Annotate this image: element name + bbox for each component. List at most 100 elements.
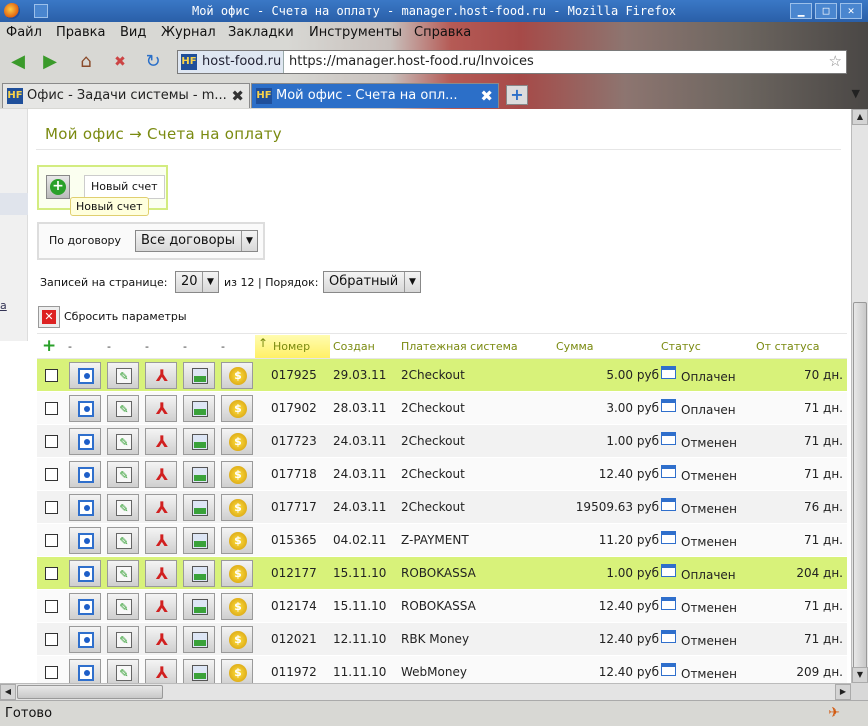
table-row[interactable]: ✎ ⅄ $012177 15.11.10 ROBOKASSA 1.00 руб Оплаче… — [37, 557, 847, 590]
scroll-right-icon[interactable]: ▶ — [835, 684, 851, 700]
bookmark-star-icon[interactable]: ☆ — [829, 52, 842, 70]
info-button[interactable] — [69, 461, 101, 488]
address-bar[interactable]: HF host-food.ru https://manager.host-foo… — [177, 50, 847, 74]
cell-number[interactable]: 017717 — [271, 500, 317, 514]
status-icon[interactable] — [661, 597, 676, 610]
edit-button[interactable]: ✎ — [107, 659, 139, 683]
table-row[interactable]: ✎ ⅄ $017717 24.03.11 2Checkout 19509.63 руб От… — [37, 491, 847, 524]
close-window-button[interactable]: ✕ — [840, 3, 862, 19]
cell-number[interactable]: 017723 — [271, 434, 317, 448]
menu-file[interactable]: Файл — [6, 25, 42, 40]
cell-number[interactable]: 012174 — [271, 599, 317, 613]
email-button[interactable] — [183, 362, 215, 389]
edit-button[interactable]: ✎ — [107, 395, 139, 422]
edit-button[interactable]: ✎ — [107, 428, 139, 455]
breadcrumb[interactable]: Мой офис → Счета на оплату — [45, 125, 282, 143]
row-checkbox[interactable] — [45, 468, 58, 481]
scroll-thumb[interactable] — [853, 302, 867, 672]
email-button[interactable] — [183, 659, 215, 683]
status-icon[interactable] — [661, 465, 676, 478]
pdf-button[interactable]: ⅄ — [145, 527, 177, 554]
maximize-button[interactable]: □ — [815, 3, 837, 19]
tab-system-tasks[interactable]: HF Офис - Задачи системы - m... ✖ — [2, 83, 250, 108]
pay-button[interactable]: $ — [221, 428, 253, 455]
site-identity[interactable]: HF host-food.ru — [178, 51, 284, 73]
back-icon[interactable]: ◀ — [6, 50, 30, 74]
edit-button[interactable]: ✎ — [107, 560, 139, 587]
pay-button[interactable]: $ — [221, 461, 253, 488]
stop-icon[interactable]: ✖ — [108, 50, 132, 74]
new-tab-button[interactable]: + — [506, 85, 528, 105]
cell-number[interactable]: 017902 — [271, 401, 317, 415]
close-tab-icon[interactable]: ✖ — [231, 84, 244, 108]
cell-number[interactable]: 012021 — [271, 632, 317, 646]
pdf-button[interactable]: ⅄ — [145, 593, 177, 620]
pdf-button[interactable]: ⅄ — [145, 659, 177, 683]
table-row[interactable]: ✎ ⅄ $011972 11.11.10 WebMoney 12.40 руб Отмене… — [37, 656, 847, 683]
vertical-scrollbar[interactable]: ▲ ▼ — [851, 109, 868, 683]
tab-list-icon[interactable]: ▼ — [852, 87, 860, 100]
pdf-button[interactable]: ⅄ — [145, 461, 177, 488]
cell-number[interactable]: 015365 — [271, 533, 317, 547]
horizontal-scrollbar[interactable]: ◀ ▶ — [0, 683, 851, 700]
menu-history[interactable]: Журнал — [161, 25, 216, 40]
row-checkbox[interactable] — [45, 633, 58, 646]
row-checkbox[interactable] — [45, 567, 58, 580]
url-text[interactable]: https://manager.host-food.ru/Invoices — [289, 51, 534, 73]
pdf-button[interactable]: ⅄ — [145, 395, 177, 422]
info-button[interactable] — [69, 626, 101, 653]
info-button[interactable] — [69, 560, 101, 587]
row-checkbox[interactable] — [45, 666, 58, 679]
menu-tools[interactable]: Инструменты — [309, 25, 402, 40]
pdf-button[interactable]: ⅄ — [145, 626, 177, 653]
cell-number[interactable]: 017718 — [271, 467, 317, 481]
pay-button[interactable]: $ — [221, 626, 253, 653]
status-icon[interactable] — [661, 366, 676, 379]
status-icon[interactable] — [661, 432, 676, 445]
scroll-thumb[interactable] — [17, 685, 163, 699]
home-icon[interactable]: ⌂ — [74, 50, 98, 74]
table-row[interactable]: ✎ ⅄ $012174 15.11.10 ROBOKASSA 12.40 руб Отмен… — [37, 590, 847, 623]
info-button[interactable] — [69, 494, 101, 521]
menu-view[interactable]: Вид — [120, 25, 146, 40]
edit-button[interactable]: ✎ — [107, 626, 139, 653]
perpage-select[interactable]: 20 ▼ — [175, 271, 219, 293]
menu-edit[interactable]: Правка — [56, 25, 105, 40]
status-icon[interactable] — [661, 498, 676, 511]
email-button[interactable] — [183, 593, 215, 620]
info-button[interactable] — [69, 395, 101, 422]
sort-by-number[interactable]: ↑ Номер — [255, 335, 330, 358]
info-button[interactable] — [69, 659, 101, 683]
scroll-down-icon[interactable]: ▼ — [852, 667, 868, 683]
edit-button[interactable]: ✎ — [107, 362, 139, 389]
left-panel-link[interactable]: а — [0, 299, 7, 312]
table-row[interactable]: ✎ ⅄ $017925 29.03.11 2Checkout 5.00 руб Оплаче… — [37, 359, 847, 392]
row-checkbox[interactable] — [45, 435, 58, 448]
scroll-left-icon[interactable]: ◀ — [0, 684, 16, 700]
header-created[interactable]: Создан — [333, 340, 375, 353]
row-checkbox[interactable] — [45, 402, 58, 415]
add-column-icon[interactable]: + — [42, 338, 58, 355]
reset-label[interactable]: Сбросить параметры — [64, 310, 187, 323]
forward-icon[interactable]: ▶ — [38, 50, 62, 74]
order-select[interactable]: Обратный ▼ — [323, 271, 421, 293]
pdf-button[interactable]: ⅄ — [145, 494, 177, 521]
row-checkbox[interactable] — [45, 501, 58, 514]
status-icon[interactable] — [661, 630, 676, 643]
new-invoice-label[interactable]: Новый счет — [84, 175, 165, 199]
header-status[interactable]: Статус — [661, 340, 701, 353]
table-row[interactable]: ✎ ⅄ $012021 12.11.10 RBK Money 12.40 руб Отмен… — [37, 623, 847, 656]
edit-button[interactable]: ✎ — [107, 527, 139, 554]
pdf-button[interactable]: ⅄ — [145, 362, 177, 389]
pay-button[interactable]: $ — [221, 560, 253, 587]
pay-button[interactable]: $ — [221, 659, 253, 683]
email-button[interactable] — [183, 494, 215, 521]
row-checkbox[interactable] — [45, 534, 58, 547]
menu-bookmarks[interactable]: Закладки — [228, 25, 294, 40]
header-from-status[interactable]: От статуса — [756, 340, 819, 353]
minimize-button[interactable]: ▁ — [790, 3, 812, 19]
email-button[interactable] — [183, 461, 215, 488]
cell-number[interactable]: 011972 — [271, 665, 317, 679]
contract-select[interactable]: Все договоры ▼ — [135, 230, 258, 252]
scroll-up-icon[interactable]: ▲ — [852, 109, 868, 125]
